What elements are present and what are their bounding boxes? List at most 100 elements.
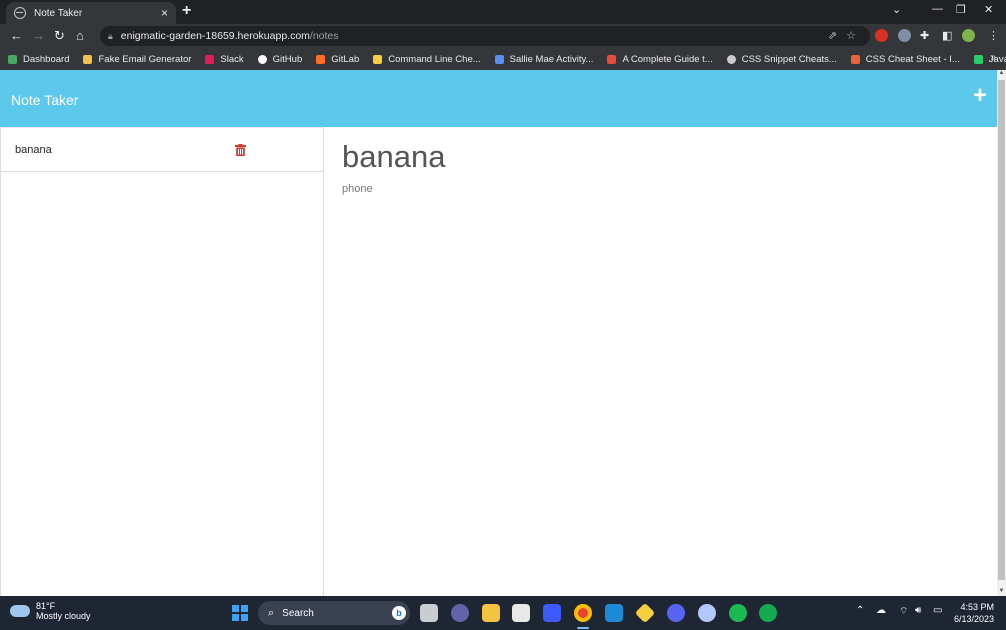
- bookmark-item[interactable]: A Complete Guide t...: [607, 53, 713, 65]
- list-item[interactable]: banana: [1, 127, 323, 172]
- taskbar: 81°F Mostly cloudy ⌕ Search b ⌃ ☁ ⌔ 🔊︎ ▭…: [0, 596, 1006, 630]
- bookmarks-overflow-button[interactable]: »: [990, 52, 996, 63]
- profile-avatar[interactable]: [962, 29, 975, 42]
- tab-close-button[interactable]: ×: [161, 6, 168, 20]
- search-label: Search: [282, 607, 314, 619]
- bookmark-label: GitLab: [331, 53, 360, 65]
- bookmark-label: CSS Cheat Sheet - I...: [865, 53, 960, 65]
- scroll-down-icon[interactable]: ▼: [998, 588, 1005, 596]
- bookmark-icon: [8, 54, 17, 64]
- url-host: enigmatic-garden-18659.herokuapp.com: [120, 30, 310, 42]
- close-window-button[interactable]: ✕: [984, 3, 993, 16]
- bookmark-item[interactable]: GitLab: [316, 54, 359, 65]
- bookmark-label: CSS Snippet Cheats...: [741, 53, 837, 65]
- scroll-thumb[interactable]: [998, 80, 1005, 580]
- minimize-button[interactable]: —: [932, 3, 943, 15]
- notes-list: banana: [0, 127, 324, 596]
- teams-icon[interactable]: [451, 604, 469, 622]
- reload-button[interactable]: ↻: [54, 28, 65, 44]
- note-taker-app: Note Taker + banana phone: [0, 70, 997, 596]
- bookmark-label: Fake Email Generator: [98, 53, 192, 65]
- wifi-icon[interactable]: ⌔: [899, 605, 908, 618]
- clock-date: 6/13/2023: [953, 614, 994, 624]
- bookmark-icon: [726, 54, 736, 64]
- adblock-extension-icon[interactable]: [875, 29, 888, 42]
- bing-icon[interactable]: b: [392, 606, 406, 620]
- bookmark-item[interactable]: Fake Email Generator: [83, 54, 191, 65]
- page-scrollbar[interactable]: ▲ ▼: [997, 70, 1006, 596]
- clock-time: 4:53 PM: [960, 602, 994, 612]
- gitlab-icon: [316, 54, 326, 64]
- bookmark-item[interactable]: CSS Snippet Cheats...: [726, 53, 837, 65]
- search-icon: ⌕: [268, 606, 275, 619]
- side-panel-icon[interactable]: ◧: [942, 29, 952, 42]
- note-text-area[interactable]: phone: [342, 183, 942, 483]
- note-item-title[interactable]: banana: [15, 144, 52, 156]
- tab-title: Note Taker: [34, 7, 83, 19]
- puzzle-icon[interactable]: ✚: [920, 29, 929, 42]
- app-brand[interactable]: Note Taker: [11, 92, 78, 108]
- note-title-input[interactable]: [342, 137, 942, 177]
- git-kraken-icon[interactable]: [634, 602, 656, 624]
- bookmark-item[interactable]: CSS Cheat Sheet - I...: [850, 53, 960, 65]
- system-clock[interactable]: 4:53 PM 6/13/2023: [954, 601, 994, 625]
- spotify-icon[interactable]: [729, 604, 747, 622]
- slack-icon: [205, 54, 215, 64]
- bookmark-icon: [973, 54, 983, 64]
- chevron-up-icon[interactable]: ⌃: [856, 605, 864, 616]
- bookmark-icon: [607, 54, 617, 64]
- task-view-icon[interactable]: [420, 604, 438, 622]
- battery-icon[interactable]: ▭: [933, 605, 942, 616]
- chevron-down-icon[interactable]: ⌄: [892, 3, 901, 16]
- restore-button[interactable]: ❐: [956, 3, 966, 16]
- bookmark-item[interactable]: Command Line Che...: [373, 53, 481, 65]
- new-tab-button[interactable]: +: [182, 2, 191, 20]
- note-editor: phone: [324, 127, 997, 596]
- trash-icon[interactable]: [235, 144, 246, 156]
- url-path: /notes: [309, 30, 339, 42]
- cloud-icon: [7, 601, 30, 617]
- back-button[interactable]: ←: [10, 28, 23, 43]
- app-icon[interactable]: [543, 604, 561, 622]
- bookmark-icon: [850, 54, 860, 64]
- bookmarks-bar: Dashboard Fake Email Generator Slack Git…: [0, 48, 1006, 70]
- share-and-bookmark-icons[interactable]: ⇗ ☆: [828, 29, 856, 42]
- bookmark-item[interactable]: Slack: [205, 53, 244, 65]
- vscode-icon[interactable]: [605, 604, 623, 622]
- mongodb-icon[interactable]: [759, 604, 777, 622]
- weather-temperature: 81°F: [36, 601, 56, 611]
- address-bar[interactable]: 🔒︎ enigmatic-garden-18659.herokuapp.com /…: [100, 26, 870, 46]
- kebab-menu-icon[interactable]: ⋮: [988, 29, 999, 42]
- bookmark-icon: [83, 54, 93, 64]
- extension-icon[interactable]: [898, 29, 911, 42]
- onedrive-icon[interactable]: ☁: [876, 605, 886, 616]
- lock-icon: 🔒︎: [108, 30, 113, 41]
- browser-tab-strip: Note Taker × + ⌄ — ❐ ✕: [0, 0, 1006, 24]
- bookmark-label: Slack: [220, 53, 244, 65]
- browser-tab[interactable]: Note Taker ×: [6, 2, 176, 24]
- volume-icon[interactable]: 🔊︎: [915, 605, 921, 616]
- bookmark-item[interactable]: Sallie Mae Activity...: [494, 53, 594, 65]
- app-navbar: Note Taker +: [0, 70, 997, 127]
- taskbar-search[interactable]: ⌕ Search b: [258, 601, 410, 625]
- bookmark-label: A Complete Guide t...: [622, 53, 713, 65]
- discord-icon[interactable]: [667, 604, 685, 622]
- bookmark-label: Dashboard: [23, 53, 70, 65]
- store-icon[interactable]: [512, 604, 530, 622]
- scroll-up-icon[interactable]: ▲: [998, 70, 1005, 78]
- forward-button[interactable]: →: [32, 28, 45, 43]
- bookmark-item[interactable]: GitHub: [257, 54, 302, 65]
- browser-toolbar: ← → ↻ ⌂ 🔒︎ enigmatic-garden-18659.heroku…: [0, 24, 1006, 48]
- add-note-button[interactable]: +: [973, 84, 987, 108]
- bookmark-label: Command Line Che...: [388, 53, 481, 65]
- file-explorer-icon[interactable]: [482, 604, 500, 622]
- chrome-icon[interactable]: [574, 604, 592, 622]
- active-app-indicator: [577, 627, 589, 629]
- bookmark-item[interactable]: Dashboard: [8, 54, 69, 65]
- weather-condition: Mostly cloudy: [36, 611, 91, 621]
- bookmark-label: Sallie Mae Activity...: [509, 53, 594, 65]
- weather-widget[interactable]: 81°F Mostly cloudy: [7, 601, 91, 621]
- windows-start-icon[interactable]: [232, 605, 248, 621]
- app-icon[interactable]: [698, 604, 716, 622]
- home-icon[interactable]: ⌂: [76, 28, 84, 43]
